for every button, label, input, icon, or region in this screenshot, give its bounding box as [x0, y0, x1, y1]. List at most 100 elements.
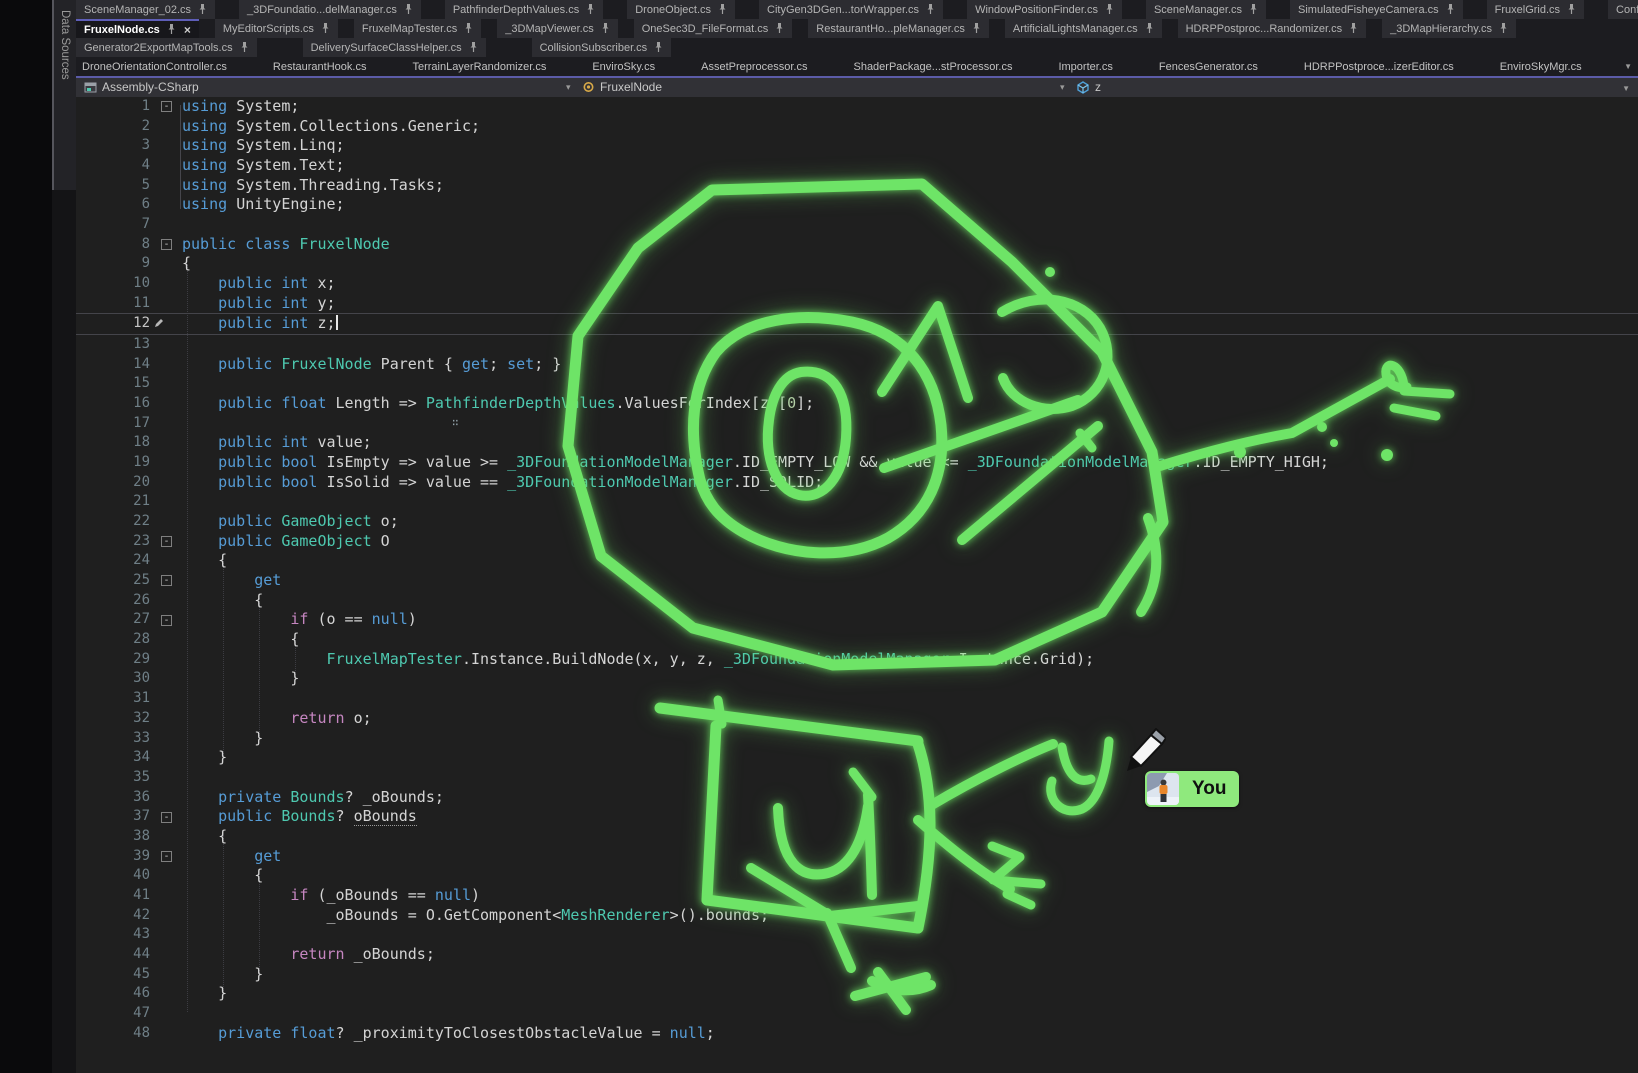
- code-line[interactable]: 45 }: [76, 965, 1638, 985]
- document-tab[interactable]: RestaurantHook.cs: [267, 57, 373, 76]
- code-line[interactable]: 40 {: [76, 866, 1638, 886]
- code-line[interactable]: 2using System.Collections.Generic;: [76, 117, 1638, 137]
- document-tab[interactable]: WindowPositionFinder.cs: [967, 0, 1122, 19]
- document-tab[interactable]: FruxelNode.cs ×: [76, 19, 199, 38]
- document-tab[interactable]: DeliverySurfaceClassHelper.cs: [303, 38, 486, 57]
- code-line[interactable]: 26 {: [76, 591, 1638, 611]
- code-line[interactable]: 10 public int x;: [76, 274, 1638, 294]
- document-tab[interactable]: CityGen3DGen...torWrapper.cs: [759, 0, 943, 19]
- code-line[interactable]: 14 public FruxelNode Parent { get; set; …: [76, 355, 1638, 375]
- code-line[interactable]: 17: [76, 414, 1638, 434]
- pin-icon[interactable]: [1499, 23, 1508, 34]
- code-line[interactable]: 37- public Bounds? oBounds: [76, 807, 1638, 827]
- pin-icon[interactable]: [469, 42, 478, 53]
- pin-icon[interactable]: [972, 23, 981, 34]
- pin-icon[interactable]: [654, 42, 663, 53]
- breadcrumb-overflow-icon[interactable]: ▼: [1622, 84, 1630, 93]
- code-line[interactable]: 33 }: [76, 729, 1638, 749]
- code-line[interactable]: 23- public GameObject O: [76, 532, 1638, 552]
- data-sources-vertical-tab[interactable]: Data Sources: [52, 0, 76, 190]
- pin-icon[interactable]: [926, 4, 935, 15]
- code-line[interactable]: 16 public float Length => PathfinderDept…: [76, 394, 1638, 414]
- document-tab[interactable]: Generator2ExportMapTools.cs: [76, 38, 257, 57]
- code-line[interactable]: 13: [76, 335, 1638, 355]
- pin-icon[interactable]: [586, 4, 595, 15]
- code-editor[interactable]: 1-using System;2using System.Collections…: [76, 97, 1638, 1073]
- pin-icon[interactable]: [321, 23, 330, 34]
- code-line[interactable]: 41 if (_oBounds == null): [76, 886, 1638, 906]
- pin-icon[interactable]: [718, 4, 727, 15]
- breadcrumb-member[interactable]: z: [1076, 80, 1101, 94]
- code-line[interactable]: 43: [76, 925, 1638, 945]
- code-line[interactable]: 15: [76, 374, 1638, 394]
- document-tab[interactable]: _3DFoundatio...delManager.cs: [239, 0, 421, 19]
- document-tab[interactable]: CollisionSubscriber.cs: [532, 38, 672, 57]
- fold-marker[interactable]: -: [161, 812, 172, 823]
- code-line[interactable]: 20 public bool IsSolid => value == _3DFo…: [76, 473, 1638, 493]
- breadcrumb-project[interactable]: Assembly-CSharp: [84, 80, 199, 94]
- code-line[interactable]: 34 }: [76, 748, 1638, 768]
- code-line[interactable]: 30 }: [76, 669, 1638, 689]
- code-line[interactable]: 46 }: [76, 984, 1638, 1004]
- pin-icon[interactable]: [167, 24, 176, 35]
- close-icon[interactable]: ×: [184, 25, 191, 35]
- document-tab[interactable]: FruxelMapTester.cs: [354, 19, 481, 38]
- pin-icon[interactable]: [198, 4, 207, 15]
- document-tab[interactable]: HDRPPostproce...izerEditor.cs: [1298, 57, 1460, 76]
- pin-icon[interactable]: [1567, 4, 1576, 15]
- document-tab[interactable]: Config.cs: [1608, 0, 1638, 19]
- code-line[interactable]: 11 public int y;: [76, 294, 1638, 314]
- document-tab[interactable]: Importer.cs: [1052, 57, 1118, 76]
- code-line[interactable]: 9{: [76, 254, 1638, 274]
- code-line[interactable]: 31: [76, 689, 1638, 709]
- fold-marker[interactable]: -: [161, 101, 172, 112]
- pin-icon[interactable]: [1145, 23, 1154, 34]
- document-tab[interactable]: EnviroSky.cs: [586, 57, 661, 76]
- document-tab[interactable]: PathfinderDepthValues.cs: [445, 0, 603, 19]
- code-line[interactable]: 12 public int z;: [76, 313, 1638, 335]
- document-tab[interactable]: ArtificialLightsManager.cs: [1005, 19, 1162, 38]
- code-line[interactable]: 3using System.Linq;: [76, 136, 1638, 156]
- fold-marker[interactable]: -: [161, 851, 172, 862]
- document-tab[interactable]: DroneOrientationController.cs: [76, 57, 233, 76]
- code-line[interactable]: 25- get: [76, 571, 1638, 591]
- document-tab[interactable]: FruxelGrid.cs: [1487, 0, 1584, 19]
- code-line[interactable]: 21: [76, 492, 1638, 512]
- document-tab[interactable]: OneSec3D_FileFormat.cs: [634, 19, 793, 38]
- code-line[interactable]: 5using System.Threading.Tasks;: [76, 176, 1638, 196]
- code-line[interactable]: 22 public GameObject o;: [76, 512, 1638, 532]
- pin-icon[interactable]: [464, 23, 473, 34]
- code-line[interactable]: 39- get: [76, 847, 1638, 867]
- pin-icon[interactable]: [1105, 4, 1114, 15]
- code-line[interactable]: 38 {: [76, 827, 1638, 847]
- code-line[interactable]: 47: [76, 1004, 1638, 1024]
- code-line[interactable]: 27- if (o == null): [76, 610, 1638, 630]
- breadcrumb-dropdown-icon[interactable]: ▾: [1060, 82, 1065, 93]
- fold-marker[interactable]: -: [161, 575, 172, 586]
- code-line[interactable]: 44 return _oBounds;: [76, 945, 1638, 965]
- pin-icon[interactable]: [601, 23, 610, 34]
- document-tab[interactable]: SceneManager_02.cs: [76, 0, 215, 19]
- code-line[interactable]: 18 public int value;: [76, 433, 1638, 453]
- document-tab[interactable]: EnviroSkyMgr.cs: [1494, 57, 1588, 76]
- document-tab[interactable]: _3DMapHierarchy.cs: [1382, 19, 1516, 38]
- pin-icon[interactable]: [1349, 23, 1358, 34]
- tab-overflow-icon[interactable]: ▼: [1624, 62, 1632, 71]
- code-line[interactable]: 42 _oBounds = O.GetComponent<MeshRendere…: [76, 906, 1638, 926]
- code-line[interactable]: 48 private float? _proximityToClosestObs…: [76, 1024, 1638, 1044]
- fold-marker[interactable]: -: [161, 536, 172, 547]
- pin-icon[interactable]: [1446, 4, 1455, 15]
- code-line[interactable]: 32 return o;: [76, 709, 1638, 729]
- fold-marker[interactable]: -: [161, 239, 172, 250]
- document-tab[interactable]: ShaderPackage...stProcessor.cs: [847, 57, 1018, 76]
- document-tab[interactable]: TerrainLayerRandomizer.cs: [406, 57, 552, 76]
- code-line[interactable]: 7: [76, 215, 1638, 235]
- code-line[interactable]: 28 {: [76, 630, 1638, 650]
- code-line[interactable]: 36 private Bounds? _oBounds;: [76, 788, 1638, 808]
- document-tab[interactable]: AssetPreprocessor.cs: [695, 57, 813, 76]
- fold-marker[interactable]: -: [161, 615, 172, 626]
- code-line[interactable]: 29 FruxelMapTester.Instance.BuildNode(x,…: [76, 650, 1638, 670]
- code-line[interactable]: 35: [76, 768, 1638, 788]
- document-tab[interactable]: SimulatedFisheyeCamera.cs: [1290, 0, 1463, 19]
- document-tab[interactable]: _3DMapViewer.cs: [497, 19, 617, 38]
